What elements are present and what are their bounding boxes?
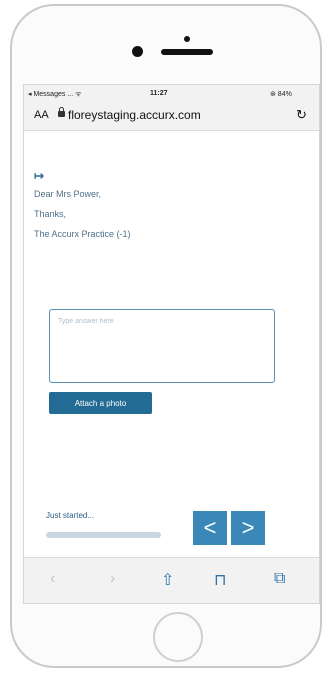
back-icon[interactable]: ‹ [50,570,55,588]
status-bar: ◂ Messages ... ᯤ 11:27 ⊛ 84% [24,85,319,102]
address-bar[interactable]: AA floreystaging.accurx.com ↻ [24,102,319,131]
thanks-text: Thanks, [34,209,67,219]
phone-screen: ◂ Messages ... ᯤ 11:27 ⊛ 84% AA floreyst… [23,84,320,604]
next-button[interactable]: > [231,511,265,545]
front-camera [184,36,190,42]
tabs-icon[interactable]: ⧉ [274,570,285,588]
signature-text: The Accurx Practice (-1) [34,229,131,239]
attach-photo-button[interactable]: Attach a photo [49,392,152,414]
bookmarks-icon[interactable]: ⊓ [214,570,226,590]
answer-input[interactable] [56,317,270,326]
progress-bar [46,532,161,538]
proximity-sensor [132,46,143,57]
reload-icon[interactable]: ↻ [296,107,307,123]
previous-button[interactable]: < [193,511,227,545]
url-text[interactable]: floreystaging.accurx.com [68,108,201,122]
clock: 11:27 [150,90,168,97]
share-icon[interactable]: ⇧ [161,570,174,590]
carrier-label[interactable]: ◂ Messages ... ᯤ [28,90,81,99]
greeting-text: Dear Mrs Power, [34,189,102,199]
progress-label: Just started... [46,511,95,520]
answer-box[interactable] [49,309,275,383]
reply-icon: ↦ [34,169,45,183]
earpiece-speaker [161,49,213,55]
forward-icon[interactable]: › [110,570,115,588]
lock-icon [58,107,65,117]
browser-toolbar: ‹ › ⇧ ⊓ ⧉ [24,557,319,603]
text-size-button[interactable]: AA [34,109,49,121]
home-button[interactable] [153,612,203,662]
battery-indicator: ⊛ 84% [270,91,292,98]
